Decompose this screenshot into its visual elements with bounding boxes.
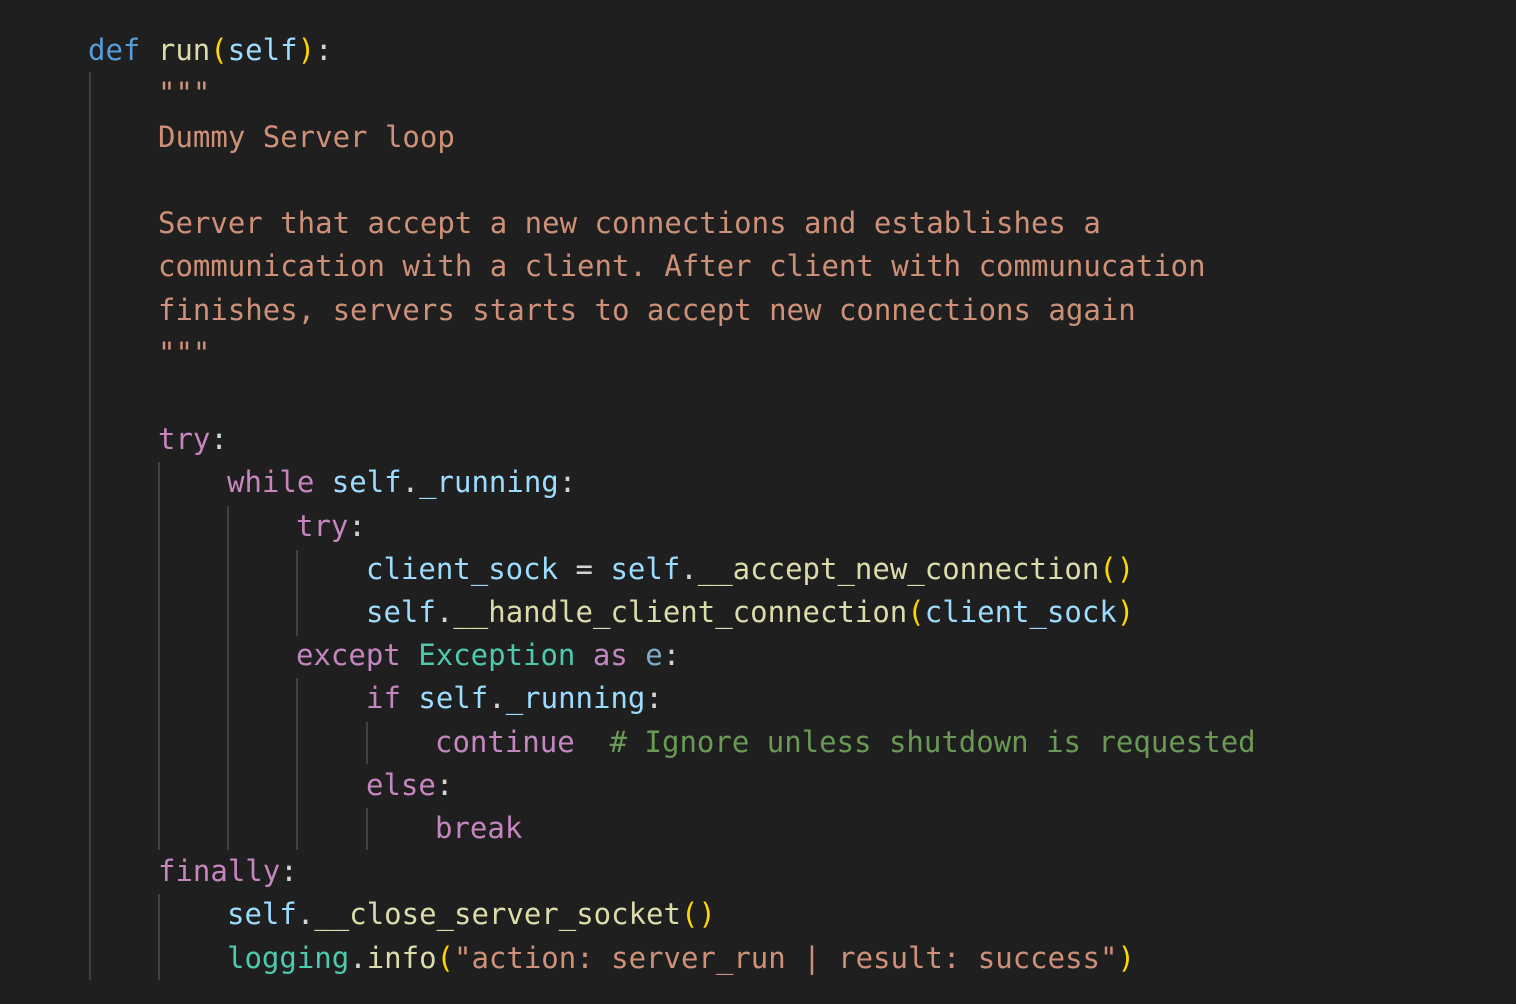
docstring-text: Dummy Server loop bbox=[158, 120, 455, 154]
code-line-21: self.__close_server_socket() bbox=[227, 893, 716, 936]
keyword-try: try bbox=[296, 509, 349, 543]
keyword-as: as bbox=[592, 638, 628, 672]
code-line-11: while self._running: bbox=[227, 461, 576, 504]
code-line-14: self.__handle_client_connection(client_s… bbox=[366, 591, 1134, 634]
method-call: __close_server_socket bbox=[314, 897, 681, 931]
self-ref: self bbox=[227, 897, 297, 931]
code-line-13: client_sock = self.__accept_new_connecti… bbox=[366, 548, 1134, 591]
paren: ) bbox=[1116, 595, 1135, 629]
code-line-5: Server that accept a new connections and… bbox=[158, 202, 1101, 245]
method-call: __accept_new_connection bbox=[697, 552, 1100, 586]
module-name: logging bbox=[227, 941, 350, 975]
code-line-22: logging.info("action: server_run | resul… bbox=[227, 937, 1135, 980]
colon: : bbox=[645, 681, 663, 715]
attribute: _running bbox=[505, 681, 646, 715]
code-line-16: if self._running: bbox=[366, 677, 663, 720]
keyword-break: break bbox=[435, 811, 523, 845]
colon: : bbox=[315, 33, 333, 67]
string-literal: "action: server_run | result: success" bbox=[454, 941, 1118, 975]
code-line-15: except Exception as e: bbox=[296, 634, 680, 677]
code-editor[interactable]: def run(self): """ Dummy Server loop Ser… bbox=[0, 0, 1516, 1004]
dot: . bbox=[296, 897, 315, 931]
colon: : bbox=[435, 768, 454, 802]
parameter: self bbox=[227, 33, 298, 67]
self-ref: self bbox=[418, 681, 489, 715]
indent-guide-4 bbox=[296, 550, 298, 636]
code-line-17: continue # Ignore unless shutdown is req… bbox=[435, 721, 1256, 764]
keyword-def: def bbox=[88, 33, 141, 67]
indent-guide-1 bbox=[89, 72, 91, 980]
colon: : bbox=[280, 854, 298, 888]
method-call: info bbox=[366, 941, 437, 975]
dot: . bbox=[488, 681, 506, 715]
dot: . bbox=[349, 941, 367, 975]
code-line-3: Dummy Server loop bbox=[158, 116, 455, 159]
colon: : bbox=[210, 422, 228, 456]
colon: : bbox=[348, 509, 366, 543]
keyword-while: while bbox=[227, 465, 315, 499]
indent-guide-8 bbox=[158, 894, 160, 980]
parens: () bbox=[680, 897, 716, 931]
exception-var: e bbox=[645, 638, 663, 672]
keyword-if: if bbox=[366, 681, 401, 715]
indent-guide-5 bbox=[296, 678, 298, 850]
keyword-continue: continue bbox=[435, 725, 575, 759]
parens: () bbox=[1099, 552, 1135, 586]
code-line-19: break bbox=[435, 807, 522, 850]
code-line-18: else: bbox=[366, 764, 453, 807]
docstring-open: """ bbox=[158, 76, 211, 110]
class-name: Exception bbox=[418, 638, 576, 672]
keyword-try: try bbox=[158, 422, 211, 456]
docstring-close: """ bbox=[158, 336, 211, 370]
attribute: _running bbox=[419, 465, 559, 499]
colon: : bbox=[662, 638, 681, 672]
variable: client_sock bbox=[366, 552, 559, 586]
paren: ) bbox=[1117, 941, 1135, 975]
paren: ( bbox=[210, 33, 228, 67]
self-ref: self bbox=[610, 552, 681, 586]
colon: : bbox=[558, 465, 577, 499]
comment: # Ignore unless shutdown is requested bbox=[609, 725, 1256, 759]
keyword-except: except bbox=[296, 638, 401, 672]
docstring-text: finishes, servers starts to accept new c… bbox=[158, 293, 1136, 327]
docstring-text: Server that accept a new connections and… bbox=[158, 206, 1101, 240]
paren: ( bbox=[907, 595, 925, 629]
indent-guide-7 bbox=[366, 808, 368, 850]
keyword-finally: finally bbox=[158, 854, 281, 888]
code-line-8: """ bbox=[158, 332, 210, 375]
method-call: __handle_client_connection bbox=[453, 595, 908, 629]
code-line-2: """ bbox=[158, 72, 210, 115]
code-line-7: finishes, servers starts to accept new c… bbox=[158, 289, 1136, 332]
code-line-10: try: bbox=[158, 418, 228, 461]
dot: . bbox=[435, 595, 454, 629]
paren: ( bbox=[436, 941, 454, 975]
code-line-1: def run(self): bbox=[88, 29, 333, 72]
assign-op: = bbox=[558, 552, 611, 586]
code-line-6: communication with a client. After clien… bbox=[158, 245, 1206, 288]
docstring-text: communication with a client. After clien… bbox=[158, 249, 1206, 283]
paren: ) bbox=[297, 33, 316, 67]
indent-guide-2 bbox=[158, 462, 160, 850]
indent-guide-6 bbox=[366, 722, 368, 764]
dot: . bbox=[401, 465, 420, 499]
dot: . bbox=[680, 552, 698, 586]
argument: client_sock bbox=[924, 595, 1117, 629]
function-name: run bbox=[157, 33, 211, 67]
code-line-20: finally: bbox=[158, 850, 298, 893]
self-ref: self bbox=[366, 595, 436, 629]
self-ref: self bbox=[331, 465, 402, 499]
keyword-else: else bbox=[366, 768, 436, 802]
code-line-12: try: bbox=[296, 505, 366, 548]
indent-guide-3 bbox=[227, 506, 229, 850]
